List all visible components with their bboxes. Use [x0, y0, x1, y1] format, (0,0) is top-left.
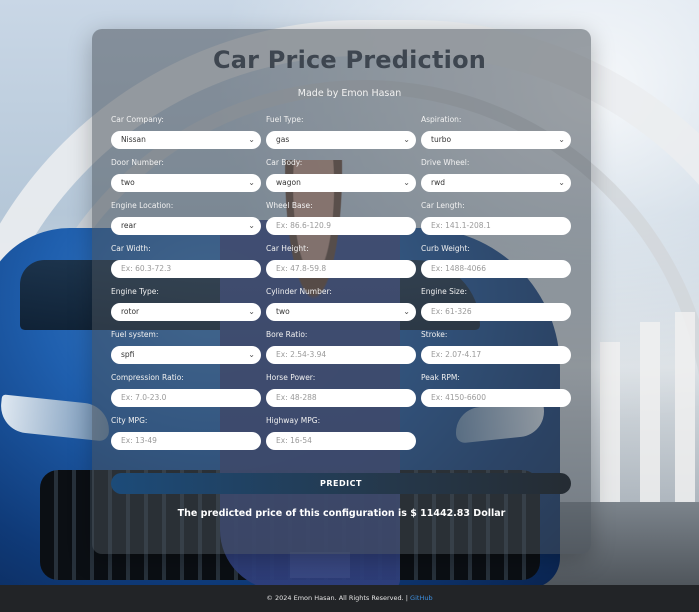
city-mpg-field: City MPG: Ex: 13-49	[111, 416, 261, 450]
aspiration-select[interactable]: turbo ⌄	[421, 131, 571, 149]
drive-wheel-field: Drive Wheel: rwd ⌄	[421, 158, 571, 192]
highway-mpg-input[interactable]: Ex: 16-54	[266, 432, 416, 450]
bore-ratio-field: Bore Ratio: Ex: 2.54-3.94	[266, 330, 416, 364]
stroke-field: Stroke: Ex: 2.07-4.17	[421, 330, 571, 364]
car-width-label: Car Width:	[111, 244, 151, 253]
engine-type-select[interactable]: rotor ⌄	[111, 303, 261, 321]
car-body-label: Car Body:	[266, 158, 303, 167]
chevron-down-icon: ⌄	[248, 221, 255, 230]
drive-wheel-select[interactable]: rwd ⌄	[421, 174, 571, 192]
car-width-field: Car Width: Ex: 60.3-72.3	[111, 244, 261, 278]
car-company-field: Car Company: Nissan ⌄	[111, 115, 261, 149]
curb-weight-input[interactable]: Ex: 1488-4066	[421, 260, 571, 278]
cylinder-number-label: Cylinder Number:	[266, 287, 332, 296]
door-number-field: Door Number: two ⌄	[111, 158, 261, 192]
peak-rpm-input[interactable]: Ex: 4150-6600	[421, 389, 571, 407]
chevron-down-icon: ⌄	[558, 178, 565, 187]
peak-rpm-field: Peak RPM: Ex: 4150-6600	[421, 373, 571, 407]
engine-location-label: Engine Location:	[111, 201, 174, 210]
compression-ratio-field: Compression Ratio: Ex: 7.0-23.0	[111, 373, 261, 407]
car-height-field: Car Height: Ex: 47.8-59.8	[266, 244, 416, 278]
footer-copyright: © 2024 Emon Hasan. All Rights Reserved. …	[266, 594, 408, 602]
fuel-system-select[interactable]: spfi ⌄	[111, 346, 261, 364]
cylinder-number-field: Cylinder Number: two ⌄	[266, 287, 416, 321]
wheel-base-input[interactable]: Ex: 86.6-120.9	[266, 217, 416, 235]
chevron-down-icon: ⌄	[558, 135, 565, 144]
chevron-down-icon: ⌄	[403, 178, 410, 187]
chevron-down-icon: ⌄	[248, 178, 255, 187]
car-body-select[interactable]: wagon ⌄	[266, 174, 416, 192]
car-company-select[interactable]: Nissan ⌄	[111, 131, 261, 149]
car-length-field: Car Length: Ex: 141.1-208.1	[421, 201, 571, 235]
aspiration-label: Aspiration:	[421, 115, 462, 124]
chevron-down-icon: ⌄	[403, 135, 410, 144]
engine-location-select[interactable]: rear ⌄	[111, 217, 261, 235]
city-mpg-input[interactable]: Ex: 13-49	[111, 432, 261, 450]
door-number-label: Door Number:	[111, 158, 164, 167]
fuel-type-label: Fuel Type:	[266, 115, 304, 124]
city-mpg-label: City MPG:	[111, 416, 148, 425]
fuel-type-field: Fuel Type: gas ⌄	[266, 115, 416, 149]
bore-ratio-input[interactable]: Ex: 2.54-3.94	[266, 346, 416, 364]
highway-mpg-field: Highway MPG: Ex: 16-54	[266, 416, 416, 450]
predict-button[interactable]: PREDICT	[111, 473, 571, 494]
compression-ratio-label: Compression Ratio:	[111, 373, 184, 382]
engine-type-label: Engine Type:	[111, 287, 159, 296]
fuel-system-label: Fuel system:	[111, 330, 159, 339]
horse-power-input[interactable]: Ex: 48-288	[266, 389, 416, 407]
chevron-down-icon: ⌄	[248, 135, 255, 144]
cylinder-number-select[interactable]: two ⌄	[266, 303, 416, 321]
car-company-label: Car Company:	[111, 115, 164, 124]
bore-ratio-label: Bore Ratio:	[266, 330, 308, 339]
car-length-input[interactable]: Ex: 141.1-208.1	[421, 217, 571, 235]
car-body-field: Car Body: wagon ⌄	[266, 158, 416, 192]
peak-rpm-label: Peak RPM:	[421, 373, 460, 382]
car-height-input[interactable]: Ex: 47.8-59.8	[266, 260, 416, 278]
door-number-select[interactable]: two ⌄	[111, 174, 261, 192]
chevron-down-icon: ⌄	[248, 307, 255, 316]
github-link[interactable]: GitHub	[410, 594, 433, 602]
stroke-input[interactable]: Ex: 2.07-4.17	[421, 346, 571, 364]
compression-ratio-input[interactable]: Ex: 7.0-23.0	[111, 389, 261, 407]
footer: © 2024 Emon Hasan. All Rights Reserved. …	[0, 585, 699, 612]
horse-power-field: Horse Power: Ex: 48-288	[266, 373, 416, 407]
car-height-label: Car Height:	[266, 244, 309, 253]
page-subtitle: Made by Emon Hasan	[297, 88, 402, 99]
aspiration-field: Aspiration: turbo ⌄	[421, 115, 571, 149]
engine-size-input[interactable]: Ex: 61-326	[421, 303, 571, 321]
car-length-label: Car Length:	[421, 201, 465, 210]
curb-weight-label: Curb Weight:	[421, 244, 470, 253]
horse-power-label: Horse Power:	[266, 373, 316, 382]
fuel-system-field: Fuel system: spfi ⌄	[111, 330, 261, 364]
curb-weight-field: Curb Weight: Ex: 1488-4066	[421, 244, 571, 278]
engine-size-field: Engine Size: Ex: 61-326	[421, 287, 571, 321]
wheel-base-label: Wheel Base:	[266, 201, 313, 210]
engine-size-label: Engine Size:	[421, 287, 468, 296]
chevron-down-icon: ⌄	[403, 307, 410, 316]
prediction-result: The predicted price of this configuratio…	[177, 508, 506, 519]
car-width-input[interactable]: Ex: 60.3-72.3	[111, 260, 261, 278]
highway-mpg-label: Highway MPG:	[266, 416, 321, 425]
drive-wheel-label: Drive Wheel:	[421, 158, 470, 167]
fuel-type-select[interactable]: gas ⌄	[266, 131, 416, 149]
engine-type-field: Engine Type: rotor ⌄	[111, 287, 261, 321]
engine-location-field: Engine Location: rear ⌄	[111, 201, 261, 235]
chevron-down-icon: ⌄	[248, 350, 255, 359]
stroke-label: Stroke:	[421, 330, 448, 339]
wheel-base-field: Wheel Base: Ex: 86.6-120.9	[266, 201, 416, 235]
page-title: Car Price Prediction	[212, 46, 487, 74]
